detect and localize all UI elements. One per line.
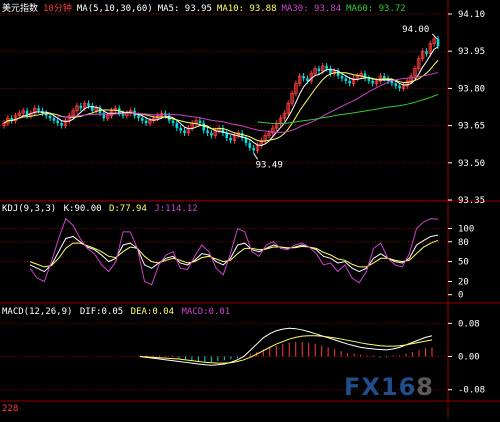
- candle-body: [425, 51, 428, 54]
- kdj-tick-label: 50: [458, 258, 469, 268]
- candle-body: [344, 78, 348, 81]
- candle-body: [52, 118, 56, 121]
- kdj-header: KDJ(9,3,3) K:90.00 D:77.94 J:114.12: [2, 204, 200, 214]
- macd-params: MACD(12,26,9): [2, 307, 73, 317]
- macd-tick-label: 0.00: [458, 353, 480, 363]
- ma-params: MA(5,10,30,60): [76, 4, 153, 14]
- kdj-d-line: [29, 239, 439, 268]
- candle-body: [37, 108, 40, 111]
- candle-body: [317, 68, 321, 72]
- candle-body: [382, 76, 386, 79]
- low-pointer: [253, 153, 259, 160]
- candle-body: [183, 130, 186, 134]
- candle-body: [179, 128, 182, 131]
- low-label: 93.49: [256, 160, 283, 170]
- candle-body: [210, 133, 213, 136]
- ma60-value: MA60: 93.72: [346, 4, 406, 14]
- candle-body: [398, 85, 401, 89]
- candle-body: [56, 120, 60, 124]
- kdj-d: D:77.94: [108, 204, 147, 214]
- candle-body: [144, 120, 148, 124]
- candle-body: [229, 138, 232, 141]
- macd-dif: DIF:0.05: [79, 307, 124, 317]
- candle-body: [348, 80, 351, 84]
- candle-body: [206, 130, 209, 134]
- candle-body: [137, 115, 140, 119]
- candle-body: [367, 78, 371, 81]
- ma10-line: [3, 60, 439, 142]
- candle-body: [48, 115, 52, 119]
- ma5-line: [3, 46, 439, 146]
- macd-macd: MACD:0.01: [181, 307, 231, 317]
- price-tick-label: 93.50: [458, 159, 485, 169]
- candle-body: [175, 123, 179, 129]
- macd-tick-label: 0.08: [458, 319, 480, 329]
- candle-body: [171, 120, 175, 124]
- fx168-watermark: FX168: [344, 373, 434, 401]
- ma10-value: MA10: 93.88: [216, 4, 277, 14]
- macd-dea: DEA:0.04: [130, 307, 175, 317]
- candle-body: [302, 76, 305, 79]
- kdj-tick-label: 20: [458, 277, 469, 287]
- candle-body: [252, 147, 255, 151]
- high-label: 94.00: [402, 25, 429, 35]
- price-tick-label: 93.35: [458, 196, 485, 206]
- candle-body: [340, 76, 344, 79]
- kdj-tick-label: 0: [458, 291, 463, 301]
- price-tick-label: 94.10: [458, 10, 485, 20]
- period-label: 10分钟: [43, 4, 72, 14]
- candle-body: [248, 142, 252, 148]
- price-tick-label: 93.80: [458, 84, 485, 94]
- instrument-name: 美元指数: [2, 4, 39, 14]
- macd-tick-label: -0.08: [458, 386, 485, 396]
- kdj-j: J:114.12: [154, 204, 198, 214]
- ma5-value: MA5: 93.95: [157, 4, 212, 14]
- kdj-k: K:90.00: [63, 204, 102, 214]
- kdj-tick-label: 80: [458, 238, 469, 248]
- price-tick-label: 93.95: [458, 47, 485, 57]
- candle-body: [371, 80, 375, 84]
- candle-body: [394, 83, 398, 86]
- main-header: 美元指数 10分钟 MA(5,10,30,60) MA5: 93.95 MA10: 93…: [2, 1, 411, 14]
- price-tick-label: 93.65: [458, 122, 485, 132]
- watermark-text-a: FX16: [344, 373, 417, 401]
- footer-label: 228: [2, 404, 19, 414]
- ma30-value: MA30: 93.84: [281, 4, 342, 14]
- kdj-tick-label: 100: [458, 225, 474, 235]
- kdj-params: KDJ(9,3,3): [2, 204, 57, 214]
- watermark-text-b: 8: [416, 373, 434, 401]
- ma30-line: [57, 72, 439, 133]
- macd-header: MACD(12,26,9) DIF:0.05 DEA:0.04 MACD:0.0…: [2, 307, 232, 317]
- candle-body: [198, 120, 202, 124]
- candle-body: [60, 123, 63, 126]
- candle-body: [436, 38, 440, 47]
- candle-body: [325, 66, 328, 69]
- candle-body: [87, 103, 90, 106]
- candle-body: [140, 118, 144, 121]
- candle-body: [79, 105, 83, 109]
- candle-body: [306, 78, 309, 81]
